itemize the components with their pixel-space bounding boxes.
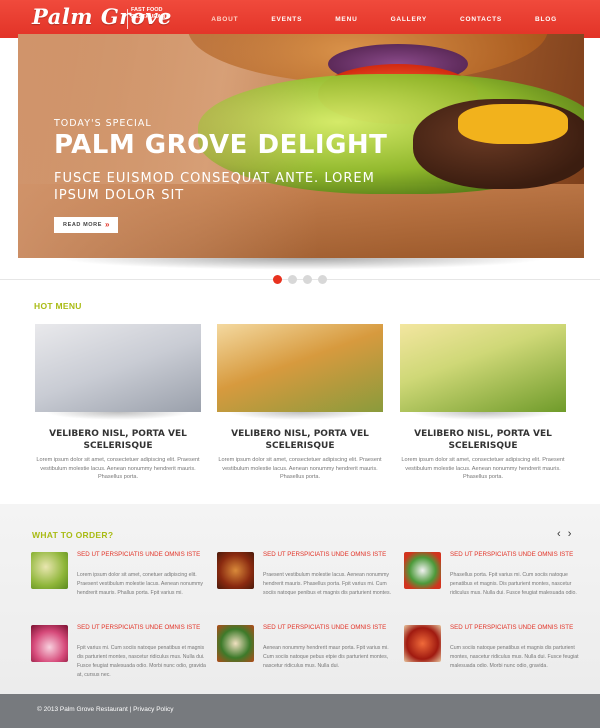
order-item-text: Phasellus porta. Fpit varius mi. Cum soc…	[450, 572, 577, 596]
read-more-button[interactable]: READ MORE »	[54, 217, 118, 233]
dessert-thumb[interactable]	[217, 552, 254, 589]
logo-tagline: FAST FOOD RESTAURANT	[131, 7, 169, 20]
hero-title: PALM GROVE DELIGHT	[54, 130, 388, 160]
salad-thumb[interactable]	[31, 552, 68, 589]
salad-image[interactable]	[400, 324, 566, 412]
order-item-title[interactable]: SED UT PERSPICIATIS UNDE OMNIS ISTE	[263, 624, 395, 632]
carousel-arrows-icon[interactable]: ‹ ›	[557, 528, 573, 540]
hot-menu-item: VELIBERO NISL, PORTA VEL SCELERISQUE Lor…	[35, 324, 201, 482]
nav-about[interactable]: ABOUT	[211, 16, 238, 23]
hot-menu-item-text: Lorem ipsum dolor sit amet, consectetuer…	[401, 457, 565, 480]
hot-menu-item: VELIBERO NISL, PORTA VEL SCELERISQUE Lor…	[400, 324, 566, 482]
slide-dot-4[interactable]	[318, 275, 327, 284]
slide-dot-1[interactable]	[273, 275, 282, 284]
hot-menu-item: VELIBERO NISL, PORTA VEL SCELERISQUE Lor…	[217, 324, 383, 482]
order-item-text: Cum sociis natoque penatibus et magnis d…	[450, 645, 579, 669]
read-more-label: READ MORE	[63, 222, 103, 228]
taco-image[interactable]	[217, 324, 383, 412]
order-item-text: Fpit varius mi. Cum sociis natoque penat…	[77, 645, 206, 678]
order-item-text: Aenean nonummy hendrerit maur porta. Fpi…	[263, 645, 389, 669]
what-to-order-title: WHAT TO ORDER?	[32, 530, 114, 540]
footer-copyright[interactable]: © 2013 Palm Grove Restaurant | Privacy P…	[37, 706, 174, 713]
hot-menu-item-title[interactable]: VELIBERO NISL, PORTA VEL SCELERISQUE	[400, 428, 566, 452]
chili-thumb[interactable]	[404, 625, 441, 662]
ice-cream-thumb[interactable]	[31, 625, 68, 662]
nav-contacts[interactable]: CONTACTS	[460, 16, 502, 23]
hot-menu-item-text: Lorem ipsum dolor sit amet, consectetuer…	[36, 457, 200, 480]
hero-description: FUSCE EUISMOD CONSEQUAT ANTE. LOREM IPSU…	[54, 171, 375, 203]
hot-menu-title: HOT MENU	[34, 301, 82, 311]
hero-subtitle: TODAY'S SPECIAL	[54, 118, 152, 129]
logo-divider	[127, 9, 128, 29]
site-header: Palm Grove FAST FOOD RESTAURANT ABOUT EV…	[0, 0, 600, 38]
image-shadow	[45, 412, 191, 420]
herbs-thumb[interactable]	[217, 625, 254, 662]
order-item-text: Lorem ipsum dolor sit amet, conetuer adi…	[77, 572, 204, 596]
order-item-text: Praesent vestibulum molestie lacus. Aene…	[263, 572, 392, 596]
nav-menu[interactable]: MENU	[335, 16, 357, 23]
hot-menu-item-text: Lorem ipsum dolor sit amet, consectetuer…	[218, 457, 382, 480]
hero-shadow	[58, 258, 548, 270]
hero-cheese	[458, 104, 568, 144]
hero-slider: TODAY'S SPECIAL PALM GROVE DELIGHT FUSCE…	[18, 34, 584, 270]
order-item-title[interactable]: SED UT PERSPICIATIS UNDE OMNIS ISTE	[77, 624, 209, 632]
main-nav: ABOUT EVENTS MENU GALLERY CONTACTS BLOG	[178, 0, 557, 38]
site-footer: © 2013 Palm Grove Restaurant | Privacy P…	[0, 694, 600, 728]
nav-events[interactable]: EVENTS	[271, 16, 302, 23]
double-arrow-icon: »	[104, 220, 110, 229]
order-item-title[interactable]: SED UT PERSPICIATIS UNDE OMNIS ISTE	[77, 551, 209, 559]
nav-gallery[interactable]: GALLERY	[391, 16, 427, 23]
slider-pagination	[273, 275, 333, 284]
fish-lemon-tomato-image[interactable]	[35, 324, 201, 412]
hot-menu-item-title[interactable]: VELIBERO NISL, PORTA VEL SCELERISQUE	[217, 428, 383, 452]
hero-burger-image: TODAY'S SPECIAL PALM GROVE DELIGHT FUSCE…	[18, 34, 584, 258]
order-item-title[interactable]: SED UT PERSPICIATIS UNDE OMNIS ISTE	[263, 551, 395, 559]
order-item-title[interactable]: SED UT PERSPICIATIS UNDE OMNIS ISTE	[450, 551, 582, 559]
image-shadow	[410, 412, 556, 420]
slide-dot-3[interactable]	[303, 275, 312, 284]
hot-menu-item-title[interactable]: VELIBERO NISL, PORTA VEL SCELERISQUE	[35, 428, 201, 452]
nav-blog[interactable]: BLOG	[535, 16, 557, 23]
vegetable-thumb[interactable]	[404, 552, 441, 589]
slide-dot-2[interactable]	[288, 275, 297, 284]
image-shadow	[227, 412, 373, 420]
order-item-title[interactable]: SED UT PERSPICIATIS UNDE OMNIS ISTE	[450, 624, 582, 632]
